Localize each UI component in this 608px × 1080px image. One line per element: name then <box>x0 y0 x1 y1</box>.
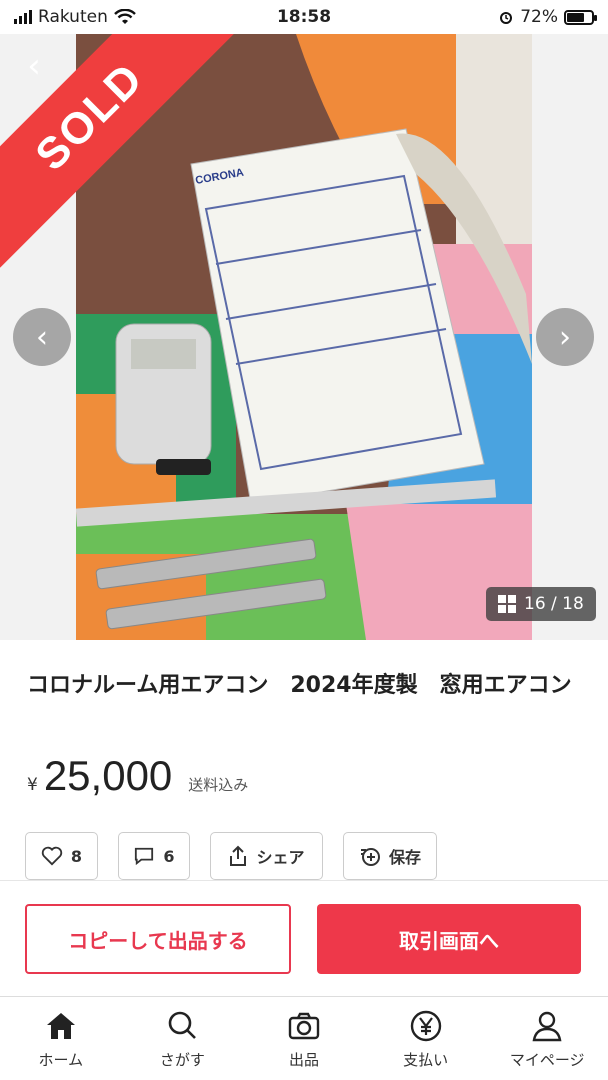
product-title: コロナルーム用エアコン 2024年度製 窓用エアコン <box>27 673 572 698</box>
copy-listing-button[interactable]: コピーして出品する <box>25 904 291 974</box>
chevron-left-icon: ‹ <box>36 319 48 355</box>
chevron-right-icon: › <box>559 319 571 355</box>
next-photo-button[interactable]: › <box>536 308 594 366</box>
save-icon <box>360 848 380 866</box>
clock: 18:58 <box>276 7 332 27</box>
signal-icon <box>14 10 32 24</box>
person-icon <box>532 1011 562 1042</box>
wifi-icon <box>114 9 136 24</box>
tab-search[interactable]: さがす <box>122 997 244 1080</box>
comment-count: 6 <box>163 846 175 866</box>
save-button[interactable]: 保存 <box>343 832 437 880</box>
share-icon <box>230 845 247 866</box>
tab-label: マイページ <box>509 1051 585 1069</box>
like-button[interactable]: 8 <box>25 832 98 880</box>
battery-percent: 72% <box>520 7 558 27</box>
tab-mypage[interactable]: マイページ <box>486 997 608 1080</box>
like-count: 8 <box>70 846 83 866</box>
comment-icon <box>135 847 154 866</box>
tab-label: さがす <box>159 1051 205 1069</box>
share-label: シェア <box>256 848 305 867</box>
transaction-screen-button[interactable]: 取引画面へ <box>317 904 581 974</box>
photo-counter-text: 16 / 18 <box>524 594 584 614</box>
back-button[interactable]: ‹ <box>16 46 52 86</box>
tab-home[interactable]: ホーム <box>0 997 122 1080</box>
shipping-label: 送料込み <box>188 776 249 794</box>
battery-icon <box>564 9 597 25</box>
heart-icon <box>41 846 63 866</box>
search-icon <box>169 1011 197 1039</box>
carrier-name: Rakuten <box>38 7 108 27</box>
save-label: 保存 <box>388 848 421 867</box>
camera-icon <box>288 1012 320 1040</box>
tab-sell[interactable]: 出品 <box>243 997 365 1080</box>
comment-button[interactable]: 6 <box>118 832 190 880</box>
price: 25,000 <box>43 752 173 799</box>
tab-payment[interactable]: 支払い <box>365 997 487 1080</box>
tab-label: ホーム <box>38 1051 84 1069</box>
price-row: ¥ 25,000 送料込み <box>27 752 248 800</box>
status-bar: Rakuten 18:58 72% <box>0 0 608 34</box>
alarm-icon <box>500 12 513 24</box>
chevron-left-icon: ‹ <box>27 46 41 86</box>
grid-icon <box>498 595 516 613</box>
tab-label: 出品 <box>288 1051 319 1069</box>
home-icon <box>46 1013 75 1039</box>
tab-bar: ホーム さがす 出品 支払い マイページ <box>0 996 608 1080</box>
product-photo[interactable]: CORONA <box>76 34 532 640</box>
previous-photo-button[interactable]: ‹ <box>13 308 71 366</box>
yen-icon <box>410 1010 441 1042</box>
divider <box>0 880 608 881</box>
currency-symbol: ¥ <box>27 775 38 795</box>
photo-gallery[interactable]: CORONA SOLD ‹ ‹ › 16 / 18 <box>0 34 608 640</box>
share-button[interactable]: シェア <box>210 832 323 880</box>
tab-label: 支払い <box>403 1051 449 1069</box>
photo-counter[interactable]: 16 / 18 <box>486 587 596 621</box>
action-row: 8 6 シェア 保存 <box>25 832 437 880</box>
